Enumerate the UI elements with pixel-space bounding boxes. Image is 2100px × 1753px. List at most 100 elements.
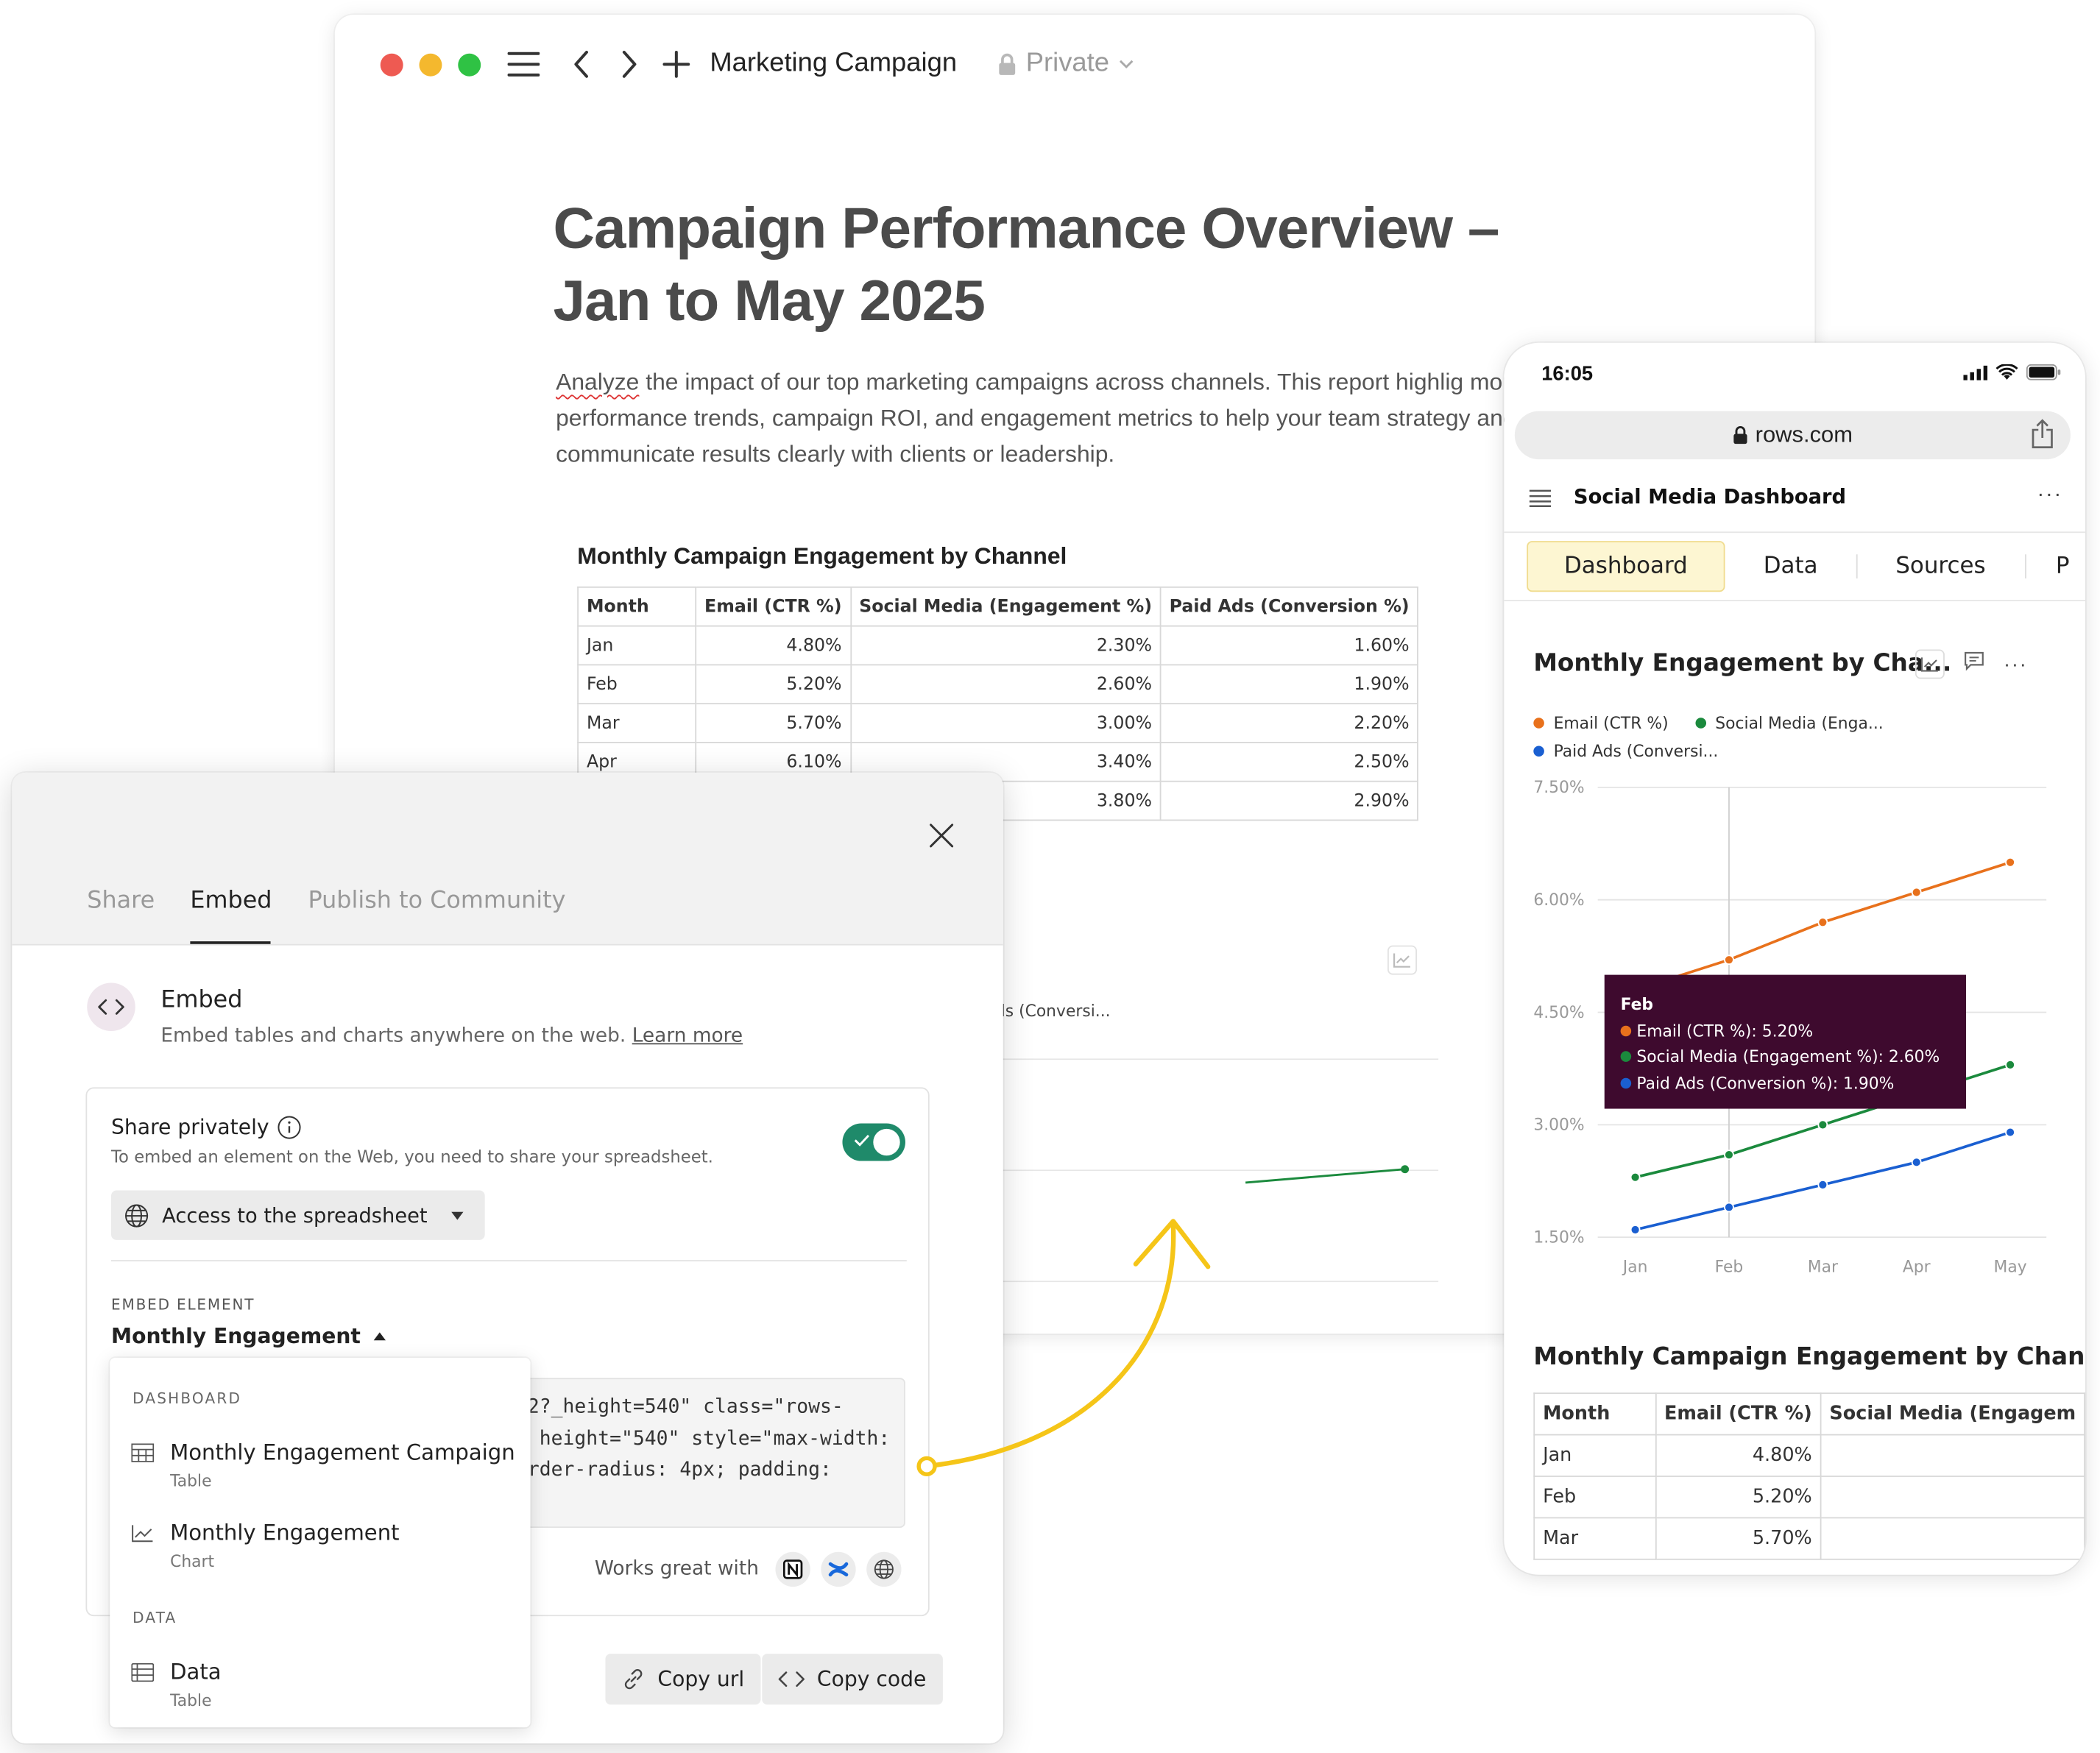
data-point[interactable] [1817, 1179, 1828, 1190]
data-point[interactable] [1911, 1157, 1922, 1168]
column-header[interactable]: Social Media (Engagement %) [849, 586, 1162, 627]
close-window-button[interactable] [380, 53, 403, 77]
table-cell[interactable]: 2.30% [849, 625, 1162, 666]
tooltip-line: Email (CTR %): 5.20% [1620, 1019, 1951, 1044]
column-header[interactable]: Month [577, 586, 697, 627]
table-cell[interactable]: Feb [1533, 1476, 1657, 1519]
table-cell[interactable]: 5.70% [1655, 1517, 1822, 1560]
column-header[interactable]: Month [1533, 1392, 1657, 1436]
globe-icon[interactable] [866, 1551, 901, 1587]
table-cell[interactable] [1820, 1517, 2085, 1560]
chart-type-icon[interactable] [1387, 945, 1418, 975]
data-point[interactable] [2005, 1127, 2015, 1138]
tooltip-title: Feb [1620, 994, 1654, 1014]
table-cell[interactable]: Feb [577, 664, 697, 705]
learn-more-link[interactable]: Learn more [632, 1026, 743, 1047]
tab-share[interactable]: Share [87, 888, 155, 914]
table-cell[interactable]: 3.00% [849, 703, 1162, 743]
table-cell[interactable]: 2.50% [1159, 742, 1419, 782]
copy-code-button[interactable]: Copy code [762, 1654, 943, 1705]
column-header[interactable]: Social Media (Engagem [1820, 1392, 2085, 1436]
table-cell[interactable]: Jan [1533, 1434, 1657, 1477]
confluence-icon[interactable] [820, 1551, 855, 1587]
chart-type-icon[interactable] [1915, 649, 1945, 679]
notion-icon[interactable] [774, 1551, 810, 1587]
table-cell[interactable]: 4.80% [695, 625, 852, 666]
table-cell[interactable]: 2.90% [1159, 780, 1419, 821]
tab-dashboard[interactable]: Dashboard [1527, 541, 1725, 592]
privacy-selector[interactable]: Private [998, 49, 1135, 79]
data-point[interactable] [1911, 887, 1922, 898]
forward-arrow-icon[interactable] [616, 47, 643, 82]
dropdown-item-engagement-table[interactable]: Monthly Engagement Campaign Table [131, 1439, 515, 1490]
legend-item-email: Email (CTR %) [1533, 714, 1669, 732]
table-cell[interactable]: 2.60% [849, 664, 1162, 705]
divider [111, 1260, 907, 1261]
table-cell[interactable]: Jan [577, 625, 697, 666]
tab-data[interactable]: Data [1734, 541, 1847, 592]
x-tick-label: Mar [1808, 1258, 1838, 1277]
copy-url-button[interactable]: Copy url [605, 1654, 761, 1705]
embed-description: Embed tables and charts anywhere on the … [160, 1025, 743, 1047]
new-tab-plus-icon[interactable] [660, 47, 693, 82]
document-name[interactable]: Marketing Campaign [710, 49, 957, 79]
tab-p[interactable]: P [2056, 541, 2085, 592]
data-point[interactable] [1817, 1119, 1828, 1130]
column-header[interactable]: Email (CTR %) [1655, 1392, 1822, 1436]
minimize-window-button[interactable] [419, 53, 442, 77]
maximize-window-button[interactable] [458, 53, 481, 77]
y-tick-label: 7.50% [1533, 779, 1584, 797]
column-header[interactable]: Paid Ads (Conversion %) [1159, 586, 1419, 627]
app-menu-icon[interactable] [1528, 489, 1552, 514]
table-cell[interactable]: 5.70% [695, 703, 852, 743]
tab-sources[interactable]: Sources [1876, 541, 2005, 592]
table-cell[interactable] [1820, 1476, 2085, 1519]
table-cell[interactable] [1820, 1434, 2085, 1477]
data-point[interactable] [2005, 1059, 2015, 1070]
close-icon[interactable] [927, 821, 956, 857]
address-bar[interactable]: rows.com [1514, 411, 2071, 460]
data-point[interactable] [1724, 1150, 1734, 1161]
embed-element-selector[interactable]: Monthly Engagement [111, 1324, 386, 1348]
stage: Marketing Campaign Private Campaign Perf… [0, 0, 2100, 1753]
table-cell[interactable]: Mar [1533, 1517, 1657, 1560]
comment-icon[interactable] [1963, 651, 1984, 677]
table-cell[interactable]: Mar [577, 703, 697, 743]
share-privately-toggle[interactable] [842, 1123, 905, 1161]
data-point[interactable] [1630, 1172, 1641, 1183]
share-icon[interactable] [2030, 419, 2054, 456]
table-cell[interactable]: 1.60% [1159, 625, 1419, 666]
table-cell[interactable]: 1.90% [1159, 664, 1419, 705]
wifi-icon [1995, 364, 2018, 380]
access-dropdown[interactable]: Access to the spreadsheet [111, 1190, 485, 1240]
table-cell[interactable]: 5.20% [1655, 1476, 1822, 1519]
share-privately-description: To embed an element on the Web, you need… [111, 1146, 713, 1166]
data-point[interactable] [1724, 955, 1734, 966]
table-cell[interactable]: 5.20% [695, 664, 852, 705]
dropdown-item-engagement-chart[interactable]: Monthly Engagement Chart [131, 1520, 400, 1570]
data-point[interactable] [2005, 857, 2015, 868]
table-row: Mar 5.70% 3.00% 2.20% [577, 703, 1419, 743]
data-point[interactable] [1630, 1225, 1641, 1235]
data-point[interactable] [1401, 1165, 1410, 1174]
hamburger-menu-icon[interactable] [506, 47, 541, 82]
tab-embed[interactable]: Embed [190, 888, 272, 914]
embed-code-box[interactable]: 2?_height=540" class="rows- height="540"… [512, 1378, 905, 1529]
dropdown-section-dashboard: DASHBOARD [132, 1389, 242, 1408]
more-options-icon[interactable]: ··· [2037, 484, 2062, 508]
data-point[interactable] [1817, 917, 1828, 928]
back-arrow-icon[interactable] [568, 47, 594, 82]
globe-icon [125, 1203, 149, 1227]
table-cell[interactable]: 4.80% [1655, 1434, 1822, 1477]
column-header[interactable]: Email (CTR %) [695, 586, 852, 627]
table-cell[interactable]: 2.20% [1159, 703, 1419, 743]
app-tabs: Dashboard Data Sources P [1504, 531, 2085, 601]
table-row: Jan 4.80% 2.30% 1.60% [577, 625, 1419, 666]
info-icon[interactable] [277, 1116, 302, 1140]
data-point[interactable] [1724, 1202, 1734, 1213]
chart-more-icon[interactable]: ··· [2004, 653, 2028, 676]
dropdown-item-data-table[interactable]: Data Table [131, 1659, 222, 1710]
tab-publish-to-community[interactable]: Publish to Community [308, 888, 565, 914]
legend-item-paid: Paid Ads (Conversi... [1533, 742, 1718, 760]
chart-legend-fragment: ds (Conversi... [994, 1001, 1111, 1021]
